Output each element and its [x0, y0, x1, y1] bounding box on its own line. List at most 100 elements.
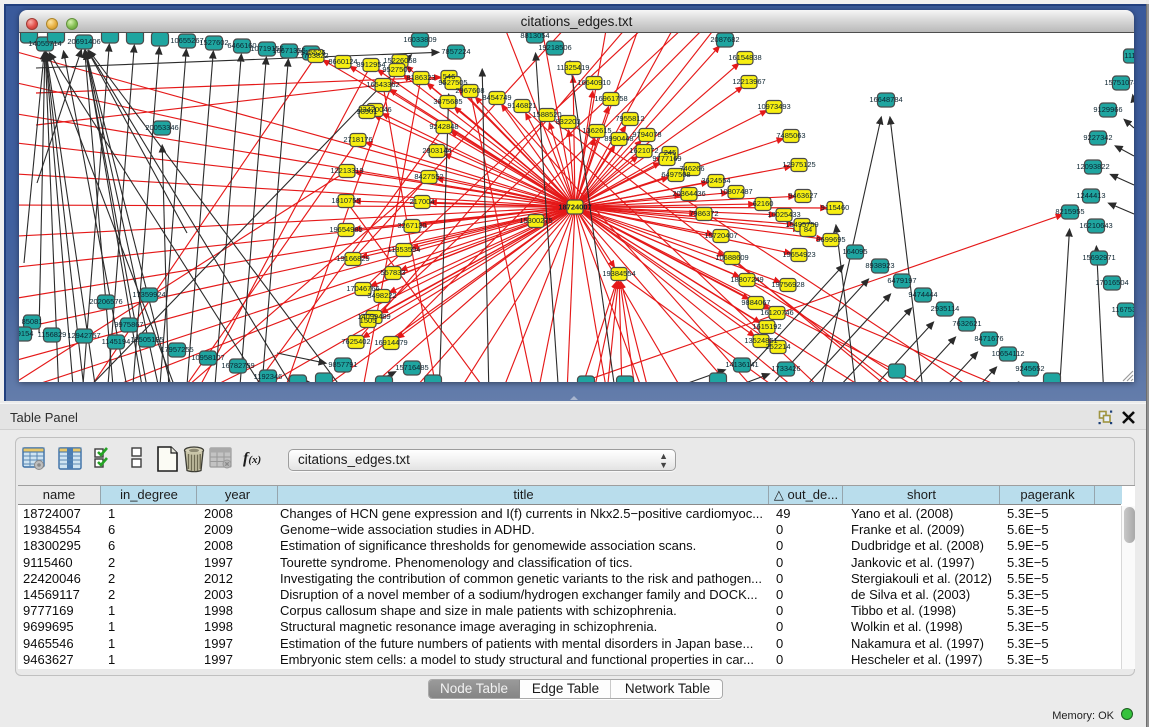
svg-text:9975867: 9975867 [114, 320, 143, 329]
svg-text:15300275: 15300275 [519, 216, 552, 225]
svg-text:8813054: 8813054 [520, 33, 549, 40]
svg-text:19654985: 19654985 [329, 225, 362, 234]
svg-text:19166829: 19166829 [336, 254, 369, 263]
svg-text:19218506: 19218506 [538, 43, 571, 52]
svg-text:7632621: 7632621 [952, 319, 981, 328]
svg-text:9794078: 9794078 [632, 130, 661, 139]
svg-text:3875685: 3875685 [433, 97, 462, 106]
svg-text:15751074: 15751074 [1104, 78, 1134, 87]
svg-text:16543362: 16543362 [366, 80, 399, 89]
svg-text:9129966: 9129966 [1093, 105, 1122, 114]
svg-text:9146821: 9146821 [507, 101, 536, 110]
svg-text:3267130: 3267130 [397, 221, 426, 230]
svg-text:20691406: 20691406 [67, 37, 100, 46]
svg-text:763822: 763822 [303, 51, 328, 60]
svg-text:17016504: 17016504 [1095, 278, 1128, 287]
svg-text:3624554: 3624554 [701, 176, 730, 185]
svg-text:9115460: 9115460 [821, 203, 850, 212]
svg-text:9857791: 9857791 [328, 360, 357, 369]
svg-text:252214: 252214 [765, 342, 790, 351]
svg-text:10654112: 10654112 [992, 349, 1025, 358]
svg-text:1167534: 1167534 [1112, 305, 1134, 314]
svg-text:7986372: 7986372 [689, 209, 718, 218]
svg-text:15226058: 15226058 [383, 56, 416, 65]
svg-text:14136141: 14136141 [725, 360, 758, 369]
svg-text:557833: 557833 [380, 268, 405, 277]
svg-text:16154838: 16154838 [728, 53, 761, 62]
svg-text:16914479: 16914479 [374, 338, 407, 347]
svg-text:1145194: 1145194 [102, 337, 131, 346]
svg-text:12942757: 12942757 [67, 331, 100, 340]
svg-text:10688609: 10688609 [715, 253, 748, 262]
svg-text:8912954: 8912954 [356, 60, 385, 69]
svg-text:15692971: 15692971 [1082, 253, 1115, 262]
svg-text:2087682: 2087682 [710, 35, 739, 44]
svg-text:98901: 98901 [357, 107, 378, 116]
svg-text:8660124: 8660124 [328, 57, 357, 66]
svg-text:2718176: 2718176 [343, 135, 372, 144]
svg-text:8990448: 8990448 [604, 134, 633, 143]
svg-text:19756928: 19756928 [771, 280, 804, 289]
svg-text:9699695: 9699695 [816, 235, 845, 244]
svg-text:15716485: 15716485 [395, 363, 428, 372]
svg-text:7955812: 7955812 [615, 114, 644, 123]
svg-text:7625402: 7625402 [341, 337, 370, 346]
svg-text:20364436: 20364436 [672, 189, 705, 198]
svg-text:20206576: 20206576 [89, 297, 122, 306]
svg-text:12093822: 12093822 [1076, 162, 1109, 171]
svg-text:9242848: 9242848 [429, 122, 458, 131]
svg-text:16782759: 16782759 [221, 361, 254, 370]
svg-text:9227342: 9227342 [1083, 133, 1112, 142]
svg-text:12505135: 12505135 [130, 335, 163, 344]
svg-text:85081: 85081 [22, 317, 43, 326]
svg-text:832203: 832203 [555, 117, 580, 126]
svg-text:9884067: 9884067 [741, 298, 770, 307]
svg-text:2967608: 2967608 [455, 86, 484, 95]
svg-text:15720407: 15720407 [704, 231, 737, 240]
svg-text:9777169: 9777169 [652, 154, 681, 163]
svg-text:19654923: 19654923 [782, 250, 815, 259]
svg-text:1117: 1117 [1124, 51, 1134, 60]
svg-text:8186323: 8186323 [406, 73, 435, 82]
svg-text:84: 84 [804, 225, 812, 234]
svg-text:1527602: 1527602 [199, 38, 228, 47]
svg-text:17957255: 17957255 [160, 345, 193, 354]
svg-text:62160: 62160 [753, 199, 774, 208]
svg-text:6497508: 6497508 [661, 170, 690, 179]
svg-text:16640910: 16640910 [577, 78, 610, 87]
svg-text:1192346: 1192346 [254, 372, 283, 381]
svg-text:16120746: 16120746 [760, 308, 793, 317]
svg-text:7485063: 7485063 [776, 131, 805, 140]
svg-text:20053346: 20053346 [145, 123, 178, 132]
svg-text:16648784: 16648784 [869, 95, 902, 104]
svg-text:12213319: 12213319 [330, 166, 363, 175]
svg-text:10958107: 10958107 [191, 353, 224, 362]
svg-text:18807249: 18807249 [730, 275, 763, 284]
svg-text:9245652: 9245652 [1015, 364, 1044, 373]
svg-text:3498222: 3498222 [367, 291, 396, 300]
svg-text:12975125: 12975125 [782, 160, 815, 169]
svg-text:10025433: 10025433 [767, 210, 800, 219]
svg-text:17359924: 17359924 [132, 290, 165, 299]
svg-text:12213967: 12213967 [732, 77, 765, 86]
svg-text:9474444: 9474444 [908, 290, 937, 299]
svg-text:16033809: 16033809 [403, 35, 436, 44]
svg-text:10973493: 10973493 [757, 102, 790, 111]
svg-text:8471676: 8471676 [974, 334, 1003, 343]
svg-text:10807487: 10807487 [719, 187, 752, 196]
svg-text:217004: 217004 [409, 197, 434, 206]
svg-text:16210643: 16210643 [1079, 221, 1112, 230]
svg-text:11353594: 11353594 [388, 245, 421, 254]
svg-text:8938923: 8938923 [865, 261, 894, 270]
svg-text:2935114: 2935114 [931, 304, 960, 313]
svg-text:11325419: 11325419 [557, 63, 590, 72]
svg-text:8215955: 8215955 [1055, 207, 1084, 216]
svg-text:8427552: 8427552 [414, 172, 443, 181]
svg-text:16961758: 16961758 [594, 94, 627, 103]
svg-text:1505: 1505 [360, 316, 377, 325]
svg-text:2803144: 2803144 [422, 146, 451, 155]
svg-text:1733426: 1733426 [771, 364, 800, 373]
svg-text:1156829: 1156829 [38, 330, 67, 339]
svg-text:15495759: 15495759 [785, 220, 818, 229]
svg-text:1810755: 1810755 [331, 196, 360, 205]
